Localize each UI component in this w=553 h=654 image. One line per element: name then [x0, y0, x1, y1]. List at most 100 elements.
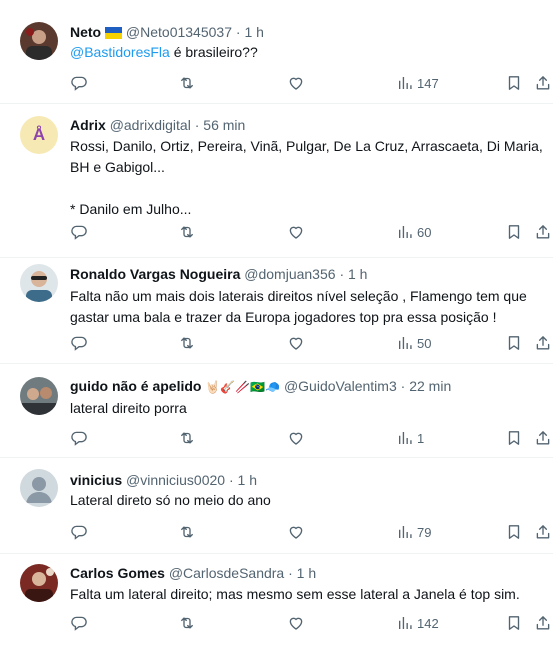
bookmark-icon	[505, 223, 523, 241]
author-handle[interactable]: @domjuan356	[244, 266, 335, 282]
views-button[interactable]: 60	[396, 222, 431, 242]
reply-button[interactable]	[70, 428, 88, 448]
views-button[interactable]: 142	[396, 613, 439, 633]
like-button[interactable]	[287, 522, 305, 542]
bookmark-button[interactable]	[505, 73, 523, 93]
timestamp[interactable]: 1 h	[238, 472, 257, 488]
author-handle[interactable]: @vinnicius0020	[126, 472, 225, 488]
author-handle[interactable]: @GuidoValentim3	[284, 378, 397, 394]
author-name[interactable]: Adrix	[70, 117, 106, 133]
views-button[interactable]: 79	[396, 522, 431, 542]
retweet-button[interactable]	[178, 73, 196, 93]
reply-button[interactable]	[70, 73, 88, 93]
separator-dot: ·	[400, 378, 406, 394]
avatar[interactable]: Å	[20, 116, 58, 154]
separator-dot: ·	[339, 266, 345, 282]
mention-link[interactable]: @BastidoresFla	[70, 44, 170, 60]
tweet[interactable]: Å Adrix @adrixdigital · 56 min Rossi, Da…	[0, 104, 553, 258]
reply-button[interactable]	[70, 522, 88, 542]
retweet-button[interactable]	[178, 222, 196, 242]
author-name[interactable]: Carlos Gomes	[70, 565, 165, 581]
share-button[interactable]	[534, 222, 552, 242]
retweet-button[interactable]	[178, 428, 196, 448]
tweet-text: Falta um lateral direito; mas mesmo sem …	[70, 586, 520, 602]
views-count: 79	[417, 524, 432, 540]
tweet[interactable]: vinicius @vinnicius0020 · 1 h Lateral di…	[0, 458, 553, 554]
bookmark-button[interactable]	[505, 613, 523, 633]
like-button[interactable]	[287, 613, 305, 633]
like-button[interactable]	[287, 222, 305, 242]
reply-icon	[70, 429, 88, 447]
tweet[interactable]: Ronaldo Vargas Nogueira @domjuan356 · 1 …	[0, 258, 553, 364]
bookmark-button[interactable]	[505, 428, 523, 448]
avatar[interactable]	[20, 264, 58, 302]
bookmark-button[interactable]	[505, 333, 523, 353]
author-handle[interactable]: @Neto01345037	[126, 24, 232, 40]
tweet[interactable]: Carlos Gomes @CarlosdeSandra · 1 h Falta…	[0, 554, 553, 654]
author-handle[interactable]: @adrixdigital	[110, 117, 191, 133]
reply-button[interactable]	[70, 222, 88, 242]
tweet[interactable]: Neto @Neto01345037 · 1 h @BastidoresFla …	[0, 0, 553, 104]
share-button[interactable]	[534, 522, 552, 542]
bookmark-icon	[505, 523, 523, 541]
avatar[interactable]	[20, 377, 58, 415]
tweet[interactable]: guido não é apelido 🤘🏻🎸🥢🇧🇷🧢 @GuidoValent…	[0, 364, 553, 458]
bookmark-button[interactable]	[505, 222, 523, 242]
author-name[interactable]: guido não é apelido	[70, 378, 201, 394]
views-icon	[396, 614, 414, 632]
timestamp[interactable]: 1 h	[244, 24, 263, 40]
separator-dot: ·	[235, 24, 241, 40]
name-emojis: 🤘🏻🎸🥢🇧🇷🧢	[205, 380, 281, 394]
views-icon	[396, 334, 414, 352]
author-name[interactable]: Ronaldo Vargas Nogueira	[70, 266, 240, 282]
share-button[interactable]	[534, 613, 552, 633]
tweet-text: Rossi, Danilo, Ortiz, Pereira, Vinã, Pul…	[70, 136, 545, 220]
retweet-button[interactable]	[178, 613, 196, 633]
retweet-icon	[178, 614, 196, 632]
timestamp[interactable]: 22 min	[409, 378, 451, 394]
bookmark-button[interactable]	[505, 522, 523, 542]
avatar[interactable]	[20, 22, 58, 60]
share-icon	[534, 334, 552, 352]
views-button[interactable]: 147	[396, 73, 439, 93]
reply-button[interactable]	[70, 613, 88, 633]
reply-icon	[70, 334, 88, 352]
views-icon	[396, 429, 414, 447]
share-button[interactable]	[534, 73, 552, 93]
author-name[interactable]: vinicius	[70, 472, 122, 488]
views-count: 50	[417, 335, 432, 351]
bookmark-icon	[505, 74, 523, 92]
tweet-text-line: * Danilo em Julho...	[70, 201, 192, 217]
bookmark-icon	[505, 429, 523, 447]
like-button[interactable]	[287, 428, 305, 448]
reply-icon	[70, 614, 88, 632]
author-name[interactable]: Neto	[70, 24, 101, 40]
retweet-icon	[178, 429, 196, 447]
reply-icon	[70, 74, 88, 92]
like-button[interactable]	[287, 333, 305, 353]
bookmark-icon	[505, 334, 523, 352]
tweet-text-body: é brasileiro??	[169, 44, 258, 60]
views-button[interactable]: 1	[396, 428, 424, 448]
timestamp[interactable]: 1 h	[297, 565, 316, 581]
avatar[interactable]	[20, 469, 58, 507]
share-button[interactable]	[534, 428, 552, 448]
tweet-text: lateral direito porra	[70, 400, 187, 416]
avatar[interactable]	[20, 564, 58, 602]
like-button[interactable]	[287, 73, 305, 93]
views-count: 142	[417, 615, 439, 631]
reply-button[interactable]	[70, 333, 88, 353]
tweet-text: @BastidoresFla é brasileiro??	[70, 42, 545, 63]
tweet-text-line: Falta não um mais dois laterais direitos…	[70, 288, 527, 304]
timestamp[interactable]: 1 h	[348, 266, 367, 282]
views-button[interactable]: 50	[396, 333, 431, 353]
retweet-button[interactable]	[178, 522, 196, 542]
share-button[interactable]	[534, 333, 552, 353]
avatar-letter: Å	[32, 125, 46, 144]
timestamp[interactable]: 56 min	[203, 117, 245, 133]
retweet-button[interactable]	[178, 333, 196, 353]
separator-dot: ·	[228, 472, 234, 488]
author-handle[interactable]: @CarlosdeSandra	[169, 565, 284, 581]
ukraine-flag-icon	[105, 24, 123, 44]
tweet-text-line: gastar uma bala e trazer da Europa jogad…	[70, 309, 497, 325]
